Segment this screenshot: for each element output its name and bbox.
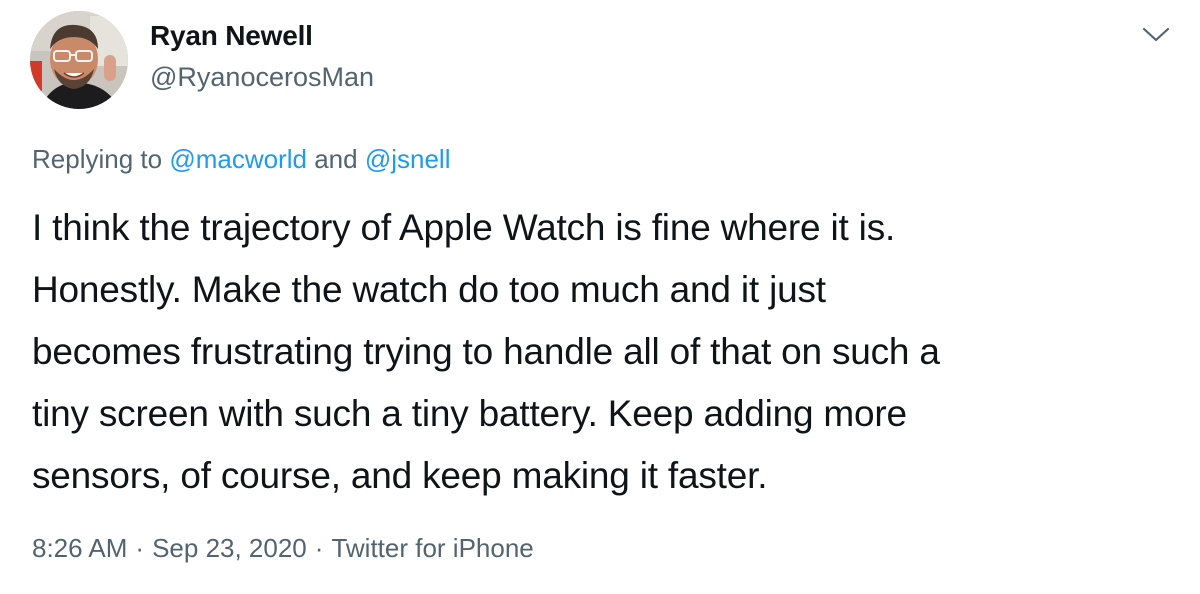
replying-and-label: and: [314, 144, 358, 174]
tweet-time[interactable]: 8:26 AM: [32, 533, 127, 563]
tweet-text: I think the trajectory of Apple Watch is…: [32, 197, 1182, 507]
tweet: Ryan Newell @RyanocerosMan Replying to @…: [0, 0, 1200, 594]
tweet-text-line: sensors, of course, and keep making it f…: [32, 455, 768, 496]
author-handle[interactable]: @RyanocerosMan: [150, 62, 374, 93]
replying-to-label: Replying to: [32, 144, 163, 174]
tweet-date[interactable]: Sep 23, 2020: [152, 533, 307, 563]
avatar-photo: [30, 11, 128, 109]
tweet-source[interactable]: Twitter for iPhone: [331, 533, 533, 563]
mention-macworld[interactable]: @macworld: [169, 144, 307, 174]
tweet-text-line: tiny screen with such a tiny battery. Ke…: [32, 393, 907, 434]
author-name[interactable]: Ryan Newell: [150, 20, 313, 52]
chevron-down-icon[interactable]: [1141, 24, 1171, 46]
separator-dot: ·: [135, 533, 145, 563]
tweet-text-line: Honestly. Make the watch do too much and…: [32, 269, 826, 310]
tweet-text-line: becomes frustrating trying to handle all…: [32, 331, 940, 372]
replying-to: Replying to @macworld and @jsnell: [32, 144, 450, 175]
tweet-metadata: 8:26 AM · Sep 23, 2020 · Twitter for iPhone: [32, 533, 534, 564]
separator-dot: ·: [314, 533, 324, 563]
avatar[interactable]: [30, 11, 128, 109]
mention-jsnell[interactable]: @jsnell: [365, 144, 451, 174]
tweet-text-line: I think the trajectory of Apple Watch is…: [32, 207, 896, 248]
